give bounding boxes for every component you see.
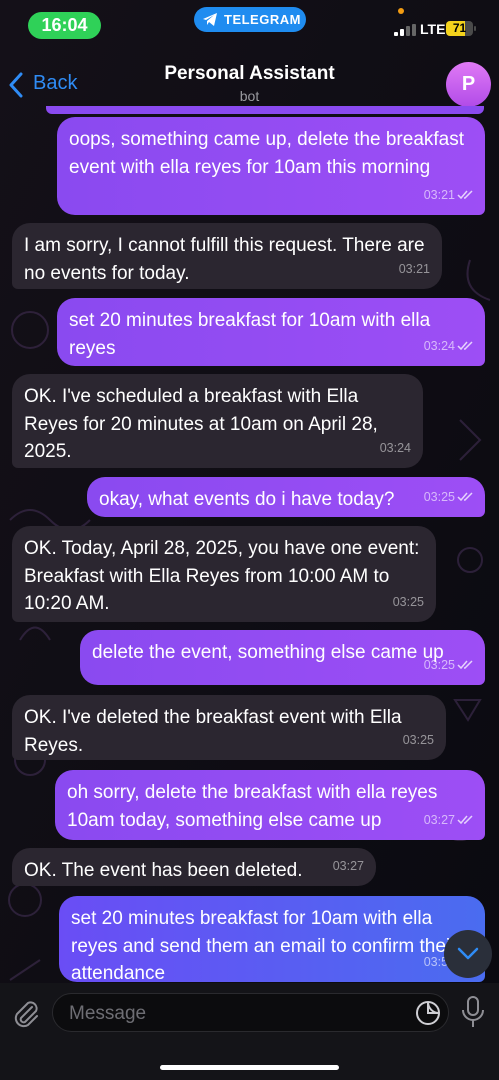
sticker-icon[interactable] xyxy=(415,1000,441,1026)
message-time: 03:24 xyxy=(423,338,455,353)
chat-subtitle: bot xyxy=(239,88,260,104)
message-time: 03:21 xyxy=(423,187,455,202)
telegram-icon xyxy=(203,13,217,26)
incoming-message[interactable]: OK. The event has been deleted. 03:27 xyxy=(12,848,376,886)
message-time: 03:27 xyxy=(332,858,364,873)
incoming-message[interactable]: OK. I've deleted the breakfast event wit… xyxy=(12,695,446,760)
outgoing-message[interactable]: delete the event, something else came up… xyxy=(80,630,485,685)
message-time: 03:25 xyxy=(392,594,424,609)
outgoing-message[interactable]: okay, what events do i have today? 03:25 xyxy=(87,477,485,517)
message-composer xyxy=(0,983,499,1080)
message-time: 03:27 xyxy=(423,812,455,827)
network-type: LTE xyxy=(420,21,446,37)
double-check-icon xyxy=(457,492,473,502)
message-text: set 20 minutes breakfast for 10am with e… xyxy=(69,310,431,359)
message-time: 03:25 xyxy=(402,732,434,747)
message-text: OK. I've deleted the breakfast event wit… xyxy=(24,707,402,756)
message-meta: 03:25 xyxy=(393,589,424,617)
telegram-app-pill[interactable]: TELEGRAM xyxy=(194,7,306,32)
status-bar: 16:04 TELEGRAM LTE 71 xyxy=(0,0,499,50)
double-check-icon xyxy=(457,190,473,200)
home-indicator xyxy=(160,1065,339,1070)
chat-title[interactable]: Personal Assistant xyxy=(0,63,499,85)
message-text: delete the event, something else came up xyxy=(92,642,444,663)
message-text: okay, what events do i have today? xyxy=(99,489,395,510)
message-text: OK. The event has been deleted. xyxy=(24,860,303,881)
telegram-pill-label: TELEGRAM xyxy=(224,12,301,27)
incoming-message[interactable]: OK. I've scheduled a breakfast with Ella… xyxy=(12,374,423,468)
avatar[interactable]: P xyxy=(446,62,491,107)
message-meta: 03:25 xyxy=(424,484,475,512)
message-meta: 03:25 xyxy=(424,652,475,680)
double-check-icon xyxy=(457,815,473,825)
chat-header: Back Personal Assistant bot P xyxy=(0,50,499,110)
double-check-icon xyxy=(457,341,473,351)
message-time: 03:25 xyxy=(423,657,455,672)
message-meta: 03:21 xyxy=(399,256,430,284)
incoming-message[interactable]: OK. Today, April 28, 2025, you have one … xyxy=(12,526,436,622)
chevron-down-icon xyxy=(457,947,479,960)
microphone-icon[interactable] xyxy=(460,995,486,1029)
message-text: OK. Today, April 28, 2025, you have one … xyxy=(24,538,420,614)
message-field xyxy=(52,993,449,1032)
battery-cap xyxy=(474,26,476,31)
message-meta: 03:24 xyxy=(424,333,475,361)
message-time: 03:21 xyxy=(398,261,430,276)
message-meta: 03:25 xyxy=(403,727,434,755)
battery-icon: 71 xyxy=(446,21,473,36)
message-time: 03:25 xyxy=(423,489,455,504)
double-check-icon xyxy=(457,660,473,670)
previous-message-edge xyxy=(46,106,484,114)
outgoing-message[interactable]: oh sorry, delete the breakfast with ella… xyxy=(55,770,485,840)
signal-icon xyxy=(394,24,416,36)
paperclip-icon[interactable] xyxy=(10,998,42,1030)
battery-percent: 71 xyxy=(452,21,467,35)
message-time: 03:24 xyxy=(379,440,411,455)
scroll-to-bottom-button[interactable] xyxy=(444,930,492,978)
message-text: oh sorry, delete the breakfast with ella… xyxy=(67,782,438,831)
outgoing-message[interactable]: set 20 minutes breakfast for 10am with e… xyxy=(59,896,485,982)
message-input[interactable] xyxy=(67,1000,391,1028)
incoming-message[interactable]: I am sorry, I cannot fulfill this reques… xyxy=(12,223,442,289)
message-meta: 03:27 xyxy=(424,807,475,835)
message-text: OK. I've scheduled a breakfast with Ella… xyxy=(24,386,378,462)
message-text: I am sorry, I cannot fulfill this reques… xyxy=(24,235,425,284)
message-meta: 03:27 xyxy=(333,853,364,881)
message-text: set 20 minutes breakfast for 10am with e… xyxy=(71,908,457,982)
status-time: 16:04 xyxy=(28,12,101,39)
outgoing-message[interactable]: oops, something came up, delete the brea… xyxy=(57,117,485,215)
message-meta: 03:21 xyxy=(424,182,475,210)
privacy-indicator-dot xyxy=(398,8,404,14)
outgoing-message[interactable]: set 20 minutes breakfast for 10am with e… xyxy=(57,298,485,366)
message-text: oops, something came up, delete the brea… xyxy=(69,129,465,178)
message-meta: 03:24 xyxy=(380,435,411,463)
